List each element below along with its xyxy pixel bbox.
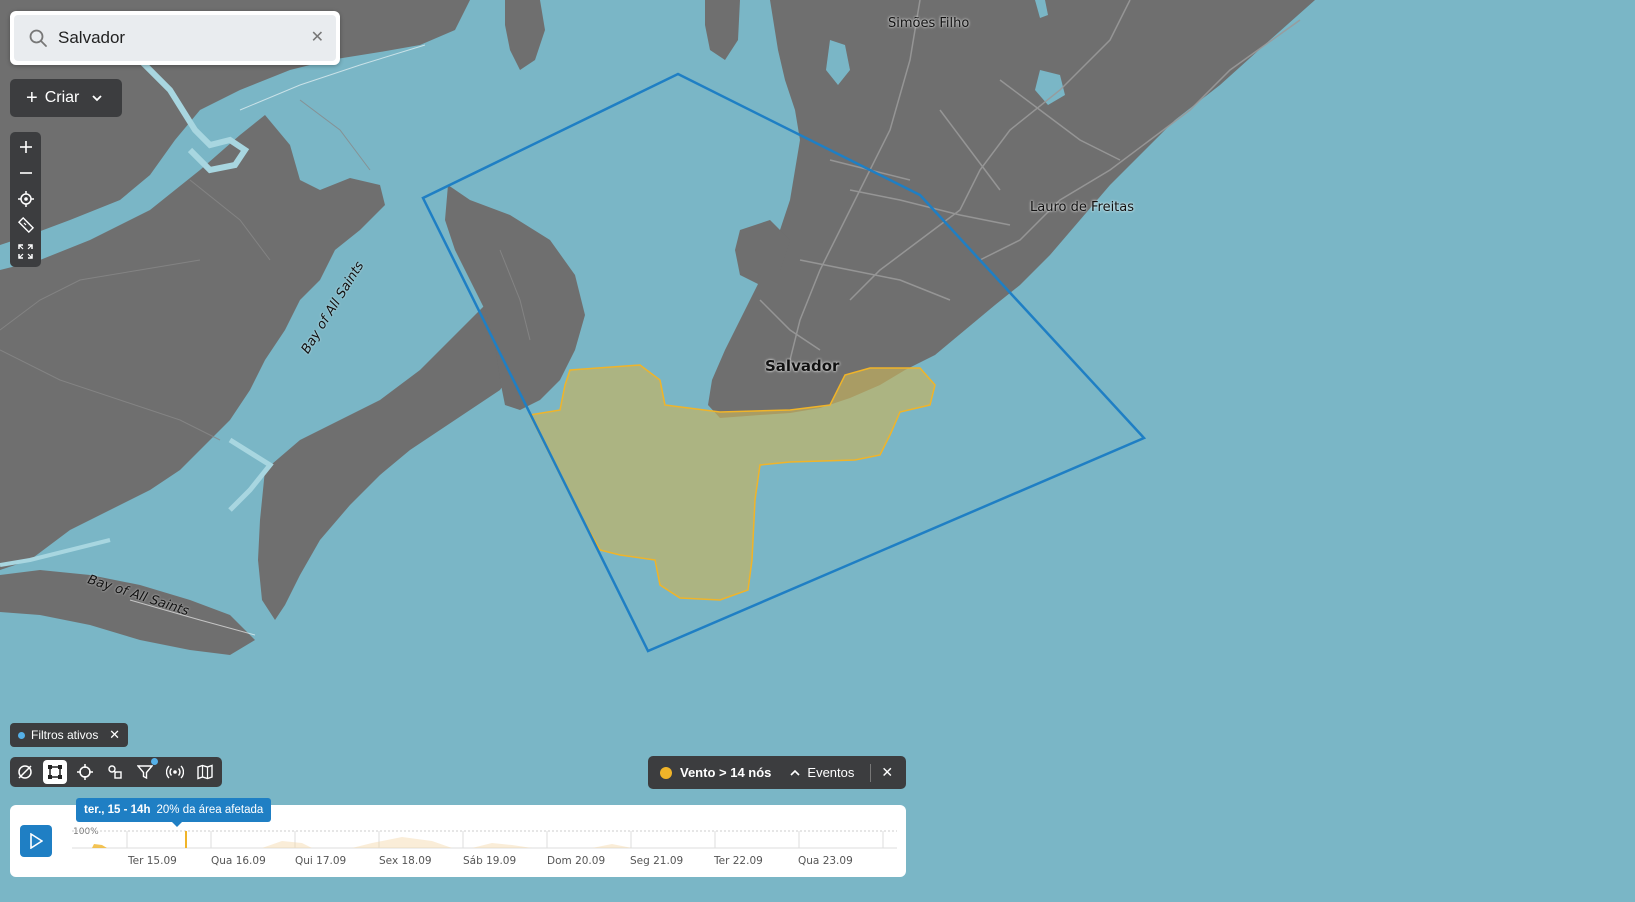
day-label: Sáb 19.09 [463, 855, 517, 867]
filter-icon[interactable] [130, 757, 160, 787]
label-simoes-filho: Simões Filho [888, 16, 970, 31]
map-tools [10, 132, 41, 267]
tooltip-info: 20% da área afetada [156, 804, 264, 816]
event-color-dot [660, 766, 672, 779]
events-button[interactable]: Eventos [789, 765, 854, 780]
close-icon[interactable]: ✕ [311, 27, 324, 46]
tooltip-date: ter., 15 - 14h [84, 804, 151, 816]
locate-icon[interactable] [10, 186, 41, 212]
ruler-icon[interactable] [10, 212, 41, 238]
polygon-select-icon[interactable] [43, 760, 67, 784]
event-title: Vento > 14 nós [680, 765, 772, 780]
label-salvador: Salvador [765, 357, 840, 375]
event-pill: Vento > 14 nós Eventos ✕ [648, 756, 906, 789]
active-filters-badge[interactable]: Filtros ativos ✕ [10, 723, 128, 747]
tooltip-arrow [172, 822, 182, 827]
search-icon [29, 29, 47, 47]
search-input[interactable] [56, 27, 300, 49]
zoom-out-icon[interactable] [10, 160, 41, 186]
plus-icon: + [26, 86, 38, 109]
status-dot [18, 731, 25, 739]
target-icon[interactable] [70, 757, 100, 787]
divider [870, 763, 872, 782]
timeline-chart[interactable] [72, 827, 902, 849]
day-label: Ter 15.09 [128, 855, 177, 867]
search-field: ✕ [14, 15, 336, 61]
close-icon[interactable]: ✕ [881, 764, 893, 781]
broadcast-icon[interactable] [160, 757, 190, 787]
day-label: Sex 18.09 [379, 855, 432, 867]
chevron-down-icon [92, 95, 102, 102]
close-icon[interactable]: ✕ [109, 727, 120, 743]
zoom-in-icon[interactable] [10, 134, 41, 160]
notification-dot [151, 758, 158, 765]
layers-off-icon[interactable] [10, 757, 40, 787]
day-label: Dom 20.09 [547, 855, 606, 867]
day-label: Ter 22.09 [714, 855, 763, 867]
label-lauro-de-freitas: Lauro de Freitas [1030, 200, 1135, 215]
fullscreen-icon[interactable] [10, 238, 41, 264]
play-icon [30, 833, 43, 849]
create-button[interactable]: + Criar [10, 79, 122, 117]
active-filters-label: Filtros ativos [31, 728, 99, 742]
chevron-up-icon [790, 769, 800, 776]
events-button-label: Eventos [807, 765, 855, 780]
bottom-toolbar [10, 757, 222, 787]
day-label: Qua 16.09 [211, 855, 266, 867]
day-label: Qua 23.09 [798, 855, 853, 867]
day-label: Qui 17.09 [295, 855, 347, 867]
play-button[interactable] [20, 825, 52, 857]
timeline-tooltip: ter., 15 - 14h 20% da área afetada [76, 798, 272, 822]
search-box: ✕ [10, 11, 340, 65]
map-icon[interactable] [190, 757, 220, 787]
shapes-icon[interactable] [100, 757, 130, 787]
day-label: Seg 21.09 [630, 855, 684, 867]
create-button-label: Criar [44, 89, 80, 106]
